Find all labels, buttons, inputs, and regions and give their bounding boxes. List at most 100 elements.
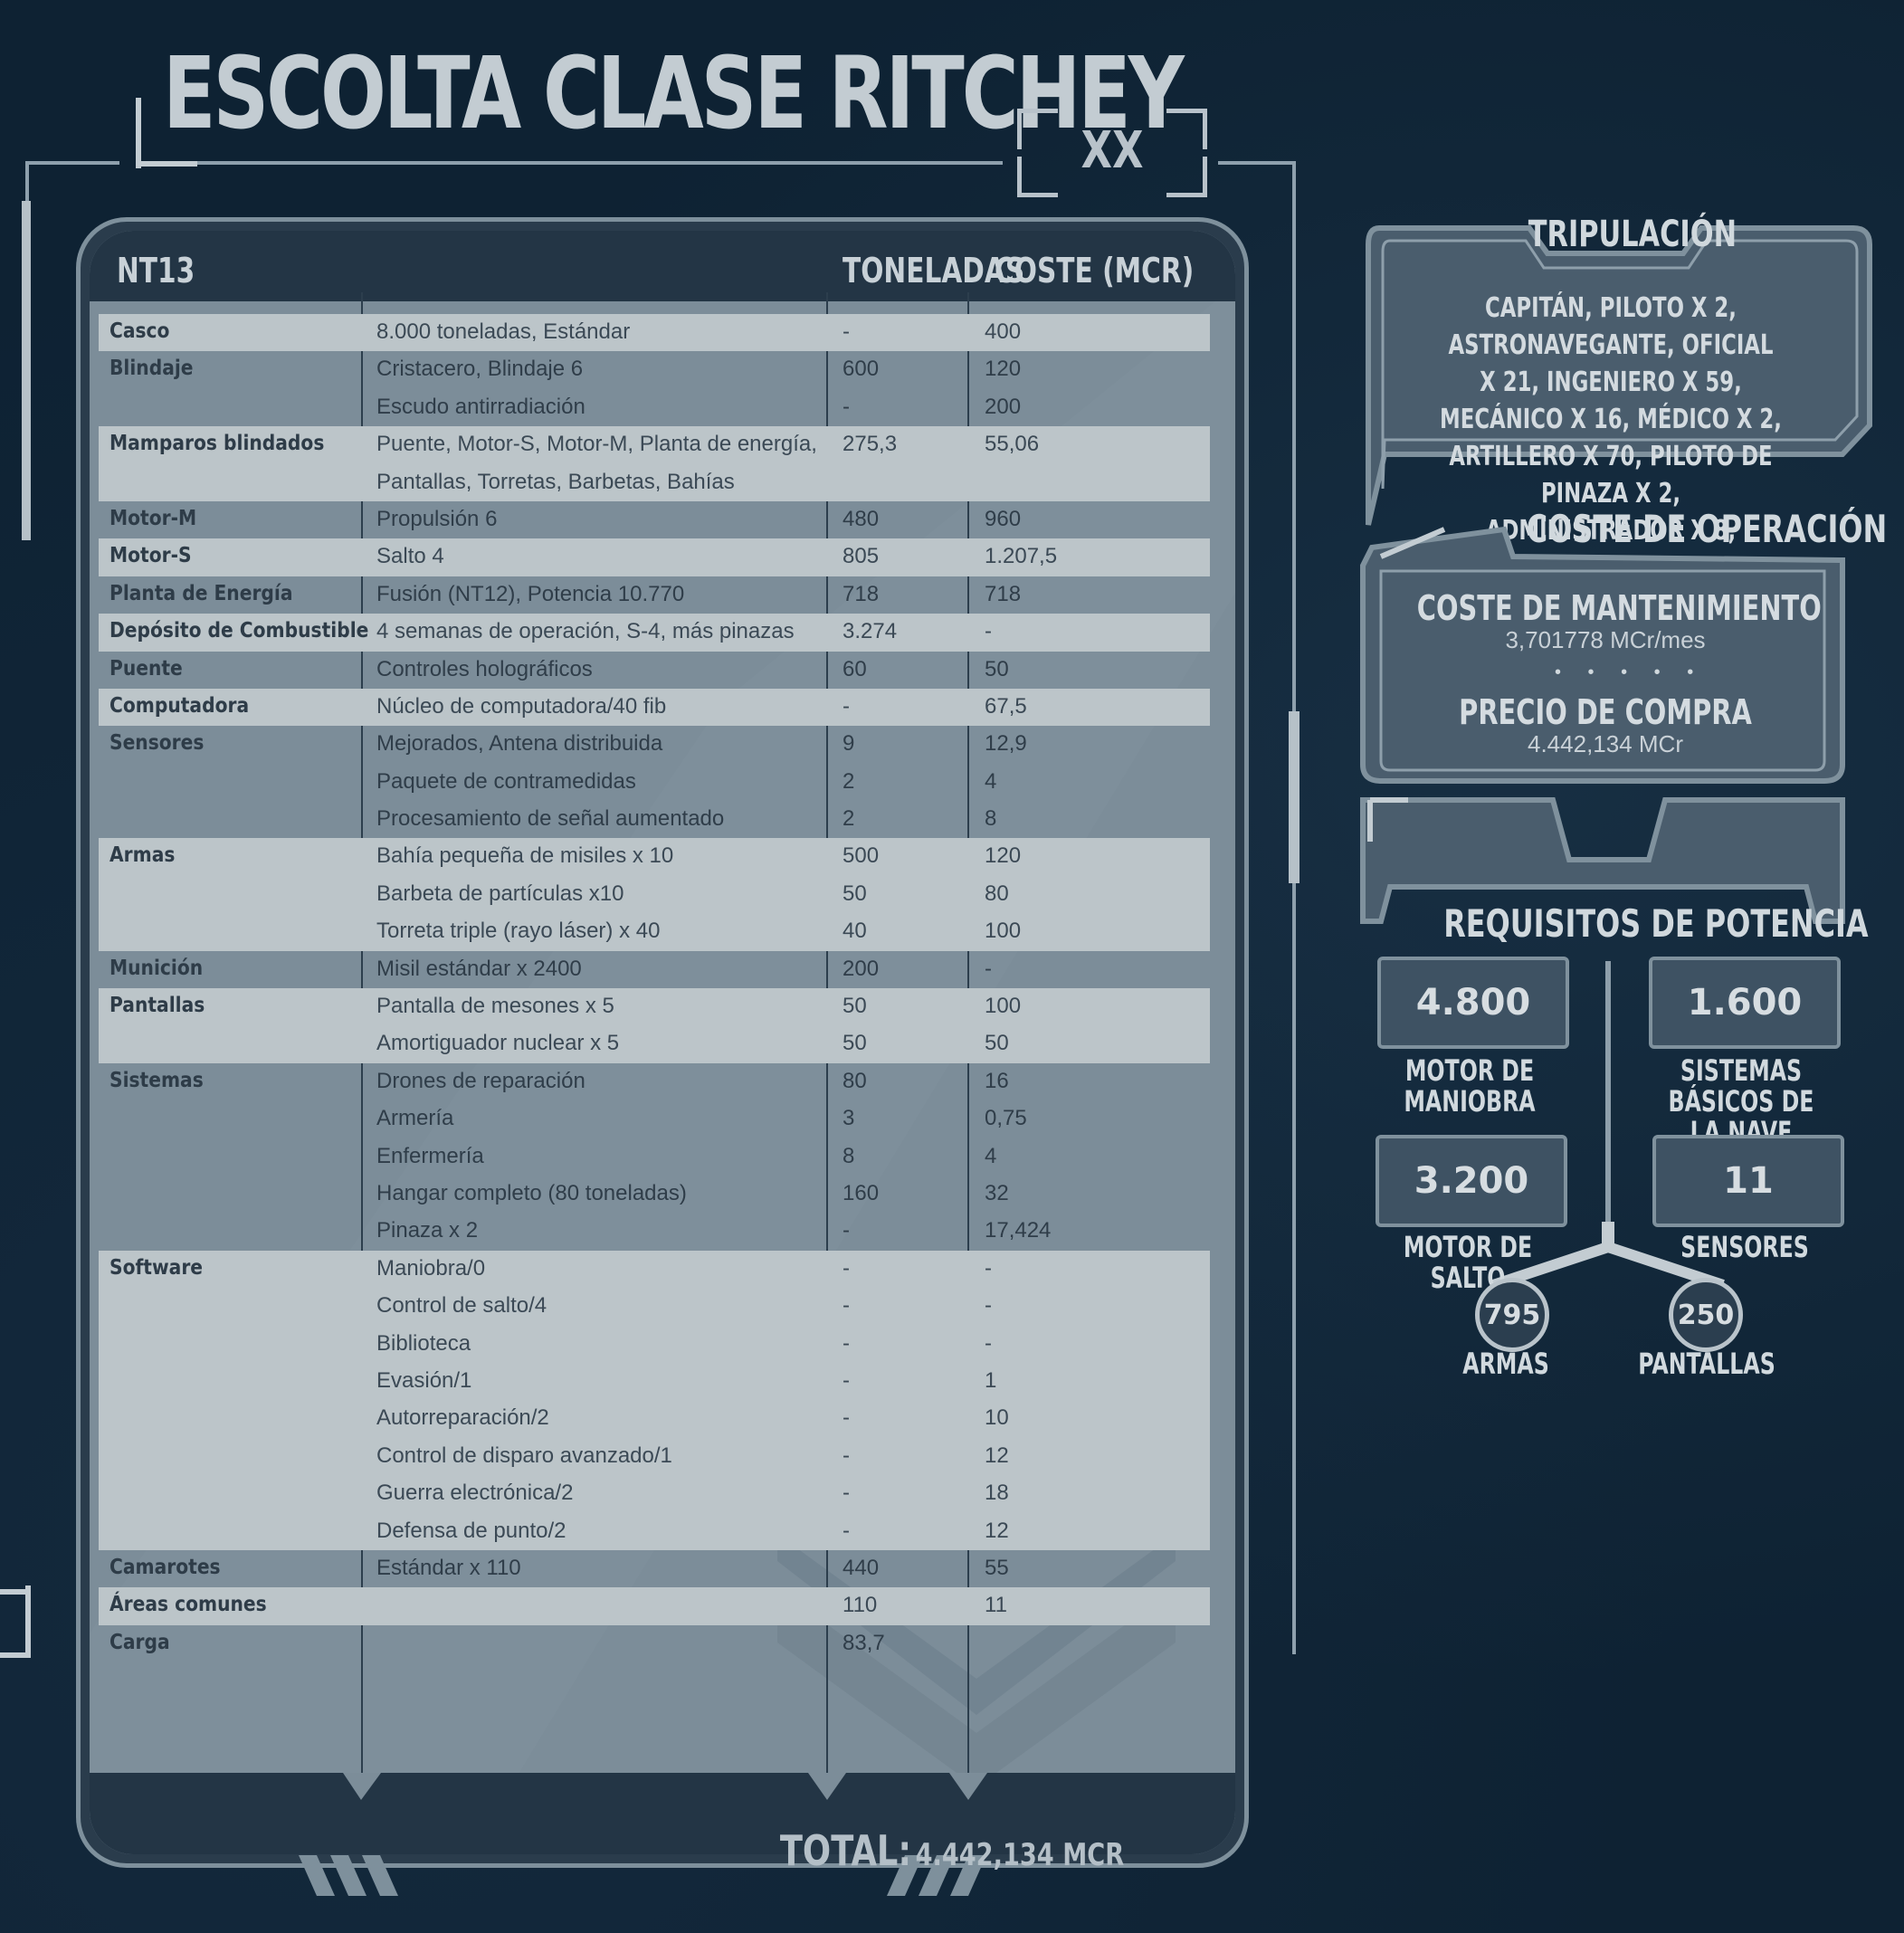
table-row: Torreta triple (rayo láser) x 40 40 100 xyxy=(99,913,1210,951)
row-description: 8.000 toneladas, Estándar xyxy=(376,319,631,344)
power-basic-value: 1.600 xyxy=(1687,982,1803,1024)
row-category: Casco xyxy=(109,319,170,343)
row-cost: 100 xyxy=(985,919,1022,944)
power-weapons-value: 795 xyxy=(1483,1300,1541,1331)
row-description: Estándar x 110 xyxy=(376,1555,521,1580)
table-row: Sistemas Drones de reparación 80 16 xyxy=(99,1063,1210,1100)
row-description: Torreta triple (rayo láser) x 40 xyxy=(376,919,661,944)
row-cost: 200 xyxy=(985,394,1022,419)
row-description: Biblioteca xyxy=(376,1330,471,1356)
power-maneuver-value: 4.800 xyxy=(1415,982,1531,1024)
row-description: Pantallas, Torretas, Barbetas, Bahías xyxy=(376,469,735,494)
purchase-price-label: PRECIO DE COMPRA xyxy=(1459,692,1752,732)
row-tons: - xyxy=(843,693,850,719)
row-description: Pantalla de mesones x 5 xyxy=(376,994,614,1019)
row-tons: 718 xyxy=(843,581,880,606)
row-description: Control de salto/4 xyxy=(376,1293,547,1319)
row-cost: - xyxy=(985,619,992,644)
row-cost: 17,424 xyxy=(985,1218,1052,1243)
power-title: REQUISITOS DE POTENCIA xyxy=(1443,901,1869,946)
row-tons: 8 xyxy=(843,1143,855,1168)
power-basic-box: 1.600 xyxy=(1649,957,1841,1049)
row-description: Autorreparación/2 xyxy=(376,1405,549,1431)
row-cost: - xyxy=(985,956,992,981)
row-tons: 50 xyxy=(843,1031,867,1056)
purchase-price-value: 4.442,134 MCr xyxy=(1528,730,1683,757)
row-cost: 718 xyxy=(985,581,1022,606)
row-description: Pinaza x 2 xyxy=(376,1218,479,1243)
row-tons: 40 xyxy=(843,919,867,944)
row-category: Planta de Energía xyxy=(109,581,293,605)
row-description: Defensa de punto/2 xyxy=(376,1518,566,1543)
row-tons: - xyxy=(843,1367,850,1393)
row-tons: 2 xyxy=(843,768,855,794)
row-description: Evasión/1 xyxy=(376,1367,472,1393)
row-tons: 500 xyxy=(843,843,880,869)
row-cost: 80 xyxy=(985,881,1009,906)
row-tons: 2 xyxy=(843,806,855,832)
table-row: Motor-S Salto 4 805 1.207,5 xyxy=(99,538,1210,576)
table-row: Escudo antirradiación - 200 xyxy=(99,389,1210,426)
row-cost: 12 xyxy=(985,1443,1009,1468)
table-row: Enfermería 8 4 xyxy=(99,1138,1210,1176)
row-cost: 1.207,5 xyxy=(985,544,1058,569)
table-row: Defensa de punto/2 - 12 xyxy=(99,1512,1210,1550)
row-category: Pantallas xyxy=(109,994,205,1018)
table-row: Paquete de contramedidas 2 4 xyxy=(99,764,1210,801)
table-row: Evasión/1 - 1 xyxy=(99,1362,1210,1401)
row-tons: 600 xyxy=(843,357,880,382)
separator-dots: • • • • • xyxy=(1555,662,1705,682)
tech-level-header: NT13 xyxy=(117,251,195,290)
row-description: Drones de reparación xyxy=(376,1068,585,1093)
row-description: Cristacero, Blindaje 6 xyxy=(376,357,584,382)
classification-badge: XX xyxy=(1017,109,1207,197)
table-row: Amortiguador nuclear x 5 50 50 xyxy=(99,1025,1210,1063)
row-description: Propulsión 6 xyxy=(376,506,498,531)
table-row: Pinaza x 2 - 17,424 xyxy=(99,1213,1210,1250)
row-cost: 120 xyxy=(985,843,1022,869)
power-jump-box: 3.200 xyxy=(1376,1135,1567,1227)
row-description: Barbeta de partículas x10 xyxy=(376,881,624,906)
table-row: Computadora Núcleo de computadora/40 fib -… xyxy=(99,688,1210,727)
table-row: Barbeta de partículas x10 50 80 xyxy=(99,875,1210,914)
row-cost: 55,06 xyxy=(985,432,1040,457)
table-header: NT13 TONELADAS COSTE (MCR) xyxy=(90,231,1235,301)
row-tons: 50 xyxy=(843,994,867,1019)
row-category: Motor-M xyxy=(109,506,197,530)
row-category: Carga xyxy=(109,1630,170,1654)
total: TOTAL: 4.442,134 MCR xyxy=(190,1826,1713,1875)
table-row: Armería 3 0,75 xyxy=(99,1100,1210,1138)
frame-line xyxy=(22,201,31,540)
row-cost: 32 xyxy=(985,1180,1009,1205)
total-label: TOTAL: xyxy=(779,1826,912,1875)
row-description: Fusión (NT12), Potencia 10.770 xyxy=(376,581,685,606)
row-description: Control de disparo avanzado/1 xyxy=(376,1443,672,1468)
table-row: Blindaje Cristacero, Blindaje 6 600 120 xyxy=(99,351,1210,388)
table-row: Pantallas Pantalla de mesones x 5 50 100 xyxy=(99,988,1210,1026)
row-description: Hangar completo (80 toneladas) xyxy=(376,1180,687,1205)
row-description: Procesamiento de señal aumentado xyxy=(376,806,725,832)
table-row: Áreas comunes 110 11 xyxy=(99,1587,1210,1625)
maintenance-label: COSTE DE MANTENIMIENTO xyxy=(1416,588,1822,628)
row-category: Blindaje xyxy=(109,357,194,381)
row-tons: - xyxy=(843,319,850,344)
frame-line xyxy=(136,161,197,167)
row-tons: - xyxy=(843,1443,850,1468)
row-tons: - xyxy=(843,1293,850,1319)
table-row: Mamparos blindados Puente, Motor-S, Motor… xyxy=(99,426,1210,464)
row-tons: 805 xyxy=(843,544,880,569)
row-cost: 1 xyxy=(985,1367,997,1393)
row-cost: 67,5 xyxy=(985,693,1027,719)
table-row: Guerra electrónica/2 - 18 xyxy=(99,1475,1210,1513)
row-tons: 110 xyxy=(843,1593,878,1618)
row-description: Armería xyxy=(376,1106,454,1131)
row-tons: - xyxy=(843,1255,850,1281)
row-tons: 3 xyxy=(843,1106,855,1131)
table-row: Pantallas, Torretas, Barbetas, Bahías xyxy=(99,463,1210,501)
row-category: Depósito de Combustible xyxy=(109,619,369,643)
spec-table-rows: Casco 8.000 toneladas, Estándar - 400 Blinda… xyxy=(99,314,1210,1662)
row-category: Áreas comunes xyxy=(109,1593,267,1617)
row-tons: 80 xyxy=(843,1068,867,1093)
row-tons: 160 xyxy=(843,1180,880,1205)
row-cost: - xyxy=(985,1255,992,1281)
